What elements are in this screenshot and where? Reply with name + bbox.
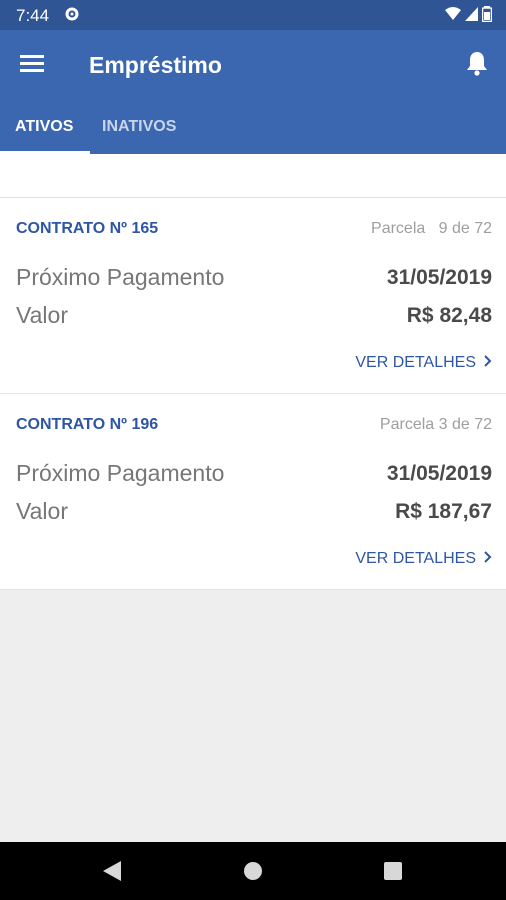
view-details-link[interactable]: VER DETALHES: [355, 354, 492, 372]
next-payment-date: 31/05/2019: [386, 266, 492, 289]
tab-bar: ATIVOS INATIVOS: [0, 116, 506, 154]
contract-list: CONTRATO Nº 165 Parcela 9 de 72 Próximo …: [0, 154, 506, 590]
value-label: Valor: [16, 498, 68, 524]
chevron-right-icon: [484, 550, 492, 568]
wifi-icon: [445, 7, 461, 26]
next-payment-date: 31/05/2019: [386, 462, 492, 485]
tab-inativos[interactable]: INATIVOS: [87, 116, 191, 154]
view-details-label: VER DETALHES: [355, 354, 476, 371]
back-icon[interactable]: [103, 861, 121, 886]
page-title: Empréstimo: [89, 52, 222, 78]
recents-icon[interactable]: [384, 862, 402, 880]
tab-ativos[interactable]: ATIVOS: [0, 116, 90, 154]
value-amount: R$ 187,67: [395, 500, 492, 523]
status-bar: 7:44: [0, 0, 506, 30]
view-details-label: VER DETALHES: [355, 550, 476, 567]
signal-icon: [465, 7, 478, 26]
contract-card: CONTRATO Nº 196 Parcela 3 de 72 Próximo …: [0, 394, 506, 590]
status-icons: [445, 6, 493, 27]
installment-info: Parcela 3 de 72: [379, 416, 492, 433]
chevron-right-icon: [484, 354, 492, 372]
bell-icon[interactable]: [466, 50, 488, 81]
contract-title: CONTRATO Nº 165: [16, 220, 159, 237]
installment-info: Parcela 9 de 72: [371, 220, 492, 237]
system-nav-bar: [0, 842, 506, 900]
view-details-link[interactable]: VER DETALHES: [355, 550, 492, 568]
menu-icon[interactable]: [20, 52, 50, 80]
list-spacer: [0, 154, 506, 198]
gear-icon: [64, 6, 80, 27]
contract-title: CONTRATO Nº 196: [16, 416, 159, 433]
home-icon[interactable]: [244, 862, 262, 880]
next-payment-label: Próximo Pagamento: [16, 460, 225, 486]
value-amount: R$ 82,48: [406, 304, 492, 327]
next-payment-label: Próximo Pagamento: [16, 264, 225, 290]
value-label: Valor: [16, 302, 68, 328]
contract-card: CONTRATO Nº 165 Parcela 9 de 72 Próximo …: [0, 198, 506, 394]
battery-icon: [481, 6, 493, 27]
app-bar: Empréstimo ATIVOS INATIVOS: [0, 30, 506, 154]
status-time: 7:44: [16, 6, 50, 25]
